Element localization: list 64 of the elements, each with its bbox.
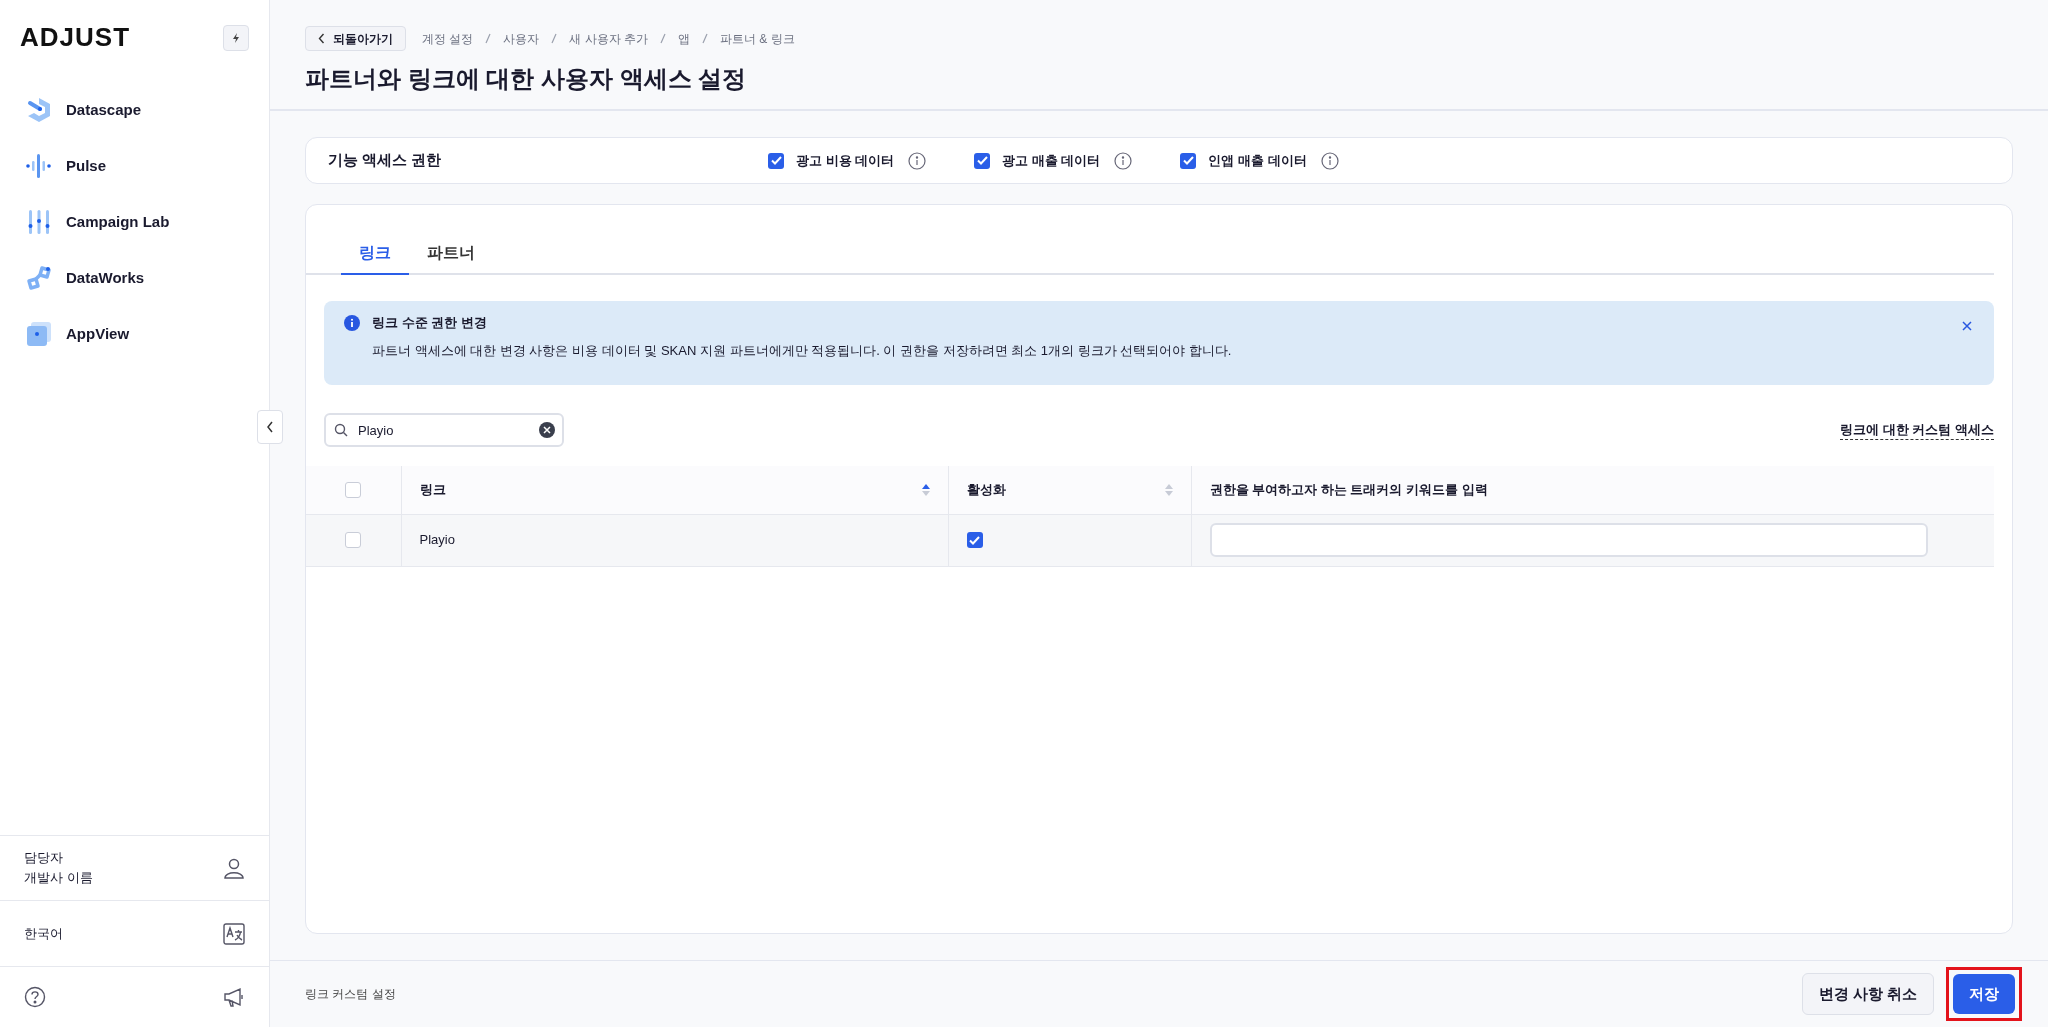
custom-access-link[interactable]: 링크에 대한 커스텀 액세스 bbox=[1840, 419, 1994, 441]
close-icon bbox=[1962, 321, 1972, 331]
row-checkbox[interactable] bbox=[345, 532, 362, 548]
breadcrumb-link[interactable]: 앱 bbox=[678, 29, 690, 48]
feature-access-label: 기능 액세스 권한 bbox=[328, 150, 443, 171]
user-name: 개발사 이름 bbox=[24, 869, 93, 887]
nav-item[interactable]: Datascape bbox=[26, 95, 243, 125]
close-button[interactable] bbox=[1960, 319, 1974, 333]
chevron-left-icon bbox=[266, 421, 274, 433]
info-icon[interactable] bbox=[908, 151, 927, 170]
tab[interactable]: 파트너 bbox=[417, 241, 485, 275]
breadcrumb-link[interactable]: 파트너 & 링크 bbox=[720, 29, 795, 48]
info-icon[interactable] bbox=[1114, 151, 1133, 170]
translate-icon[interactable] bbox=[223, 922, 245, 945]
slash-separator-icon bbox=[551, 33, 558, 44]
select-all-checkbox[interactable] bbox=[345, 481, 362, 498]
save-button[interactable]: 저장 bbox=[1953, 974, 2015, 1014]
notice-title: 링크 수준 권한 변경 bbox=[372, 314, 488, 332]
option-label: 광고 비용 데이터 bbox=[796, 151, 895, 170]
back-button[interactable]: 되돌아가기 bbox=[305, 26, 406, 51]
search-field[interactable]: Playio bbox=[324, 413, 564, 447]
cancel-button[interactable]: 변경 사항 취소 bbox=[1801, 973, 1934, 1015]
language-label: 한국어 bbox=[24, 924, 63, 943]
megaphone-icon[interactable] bbox=[223, 986, 245, 1008]
chevron-left-icon bbox=[318, 33, 325, 44]
flash-button[interactable] bbox=[223, 24, 249, 51]
search-icon bbox=[334, 423, 348, 437]
checkbox[interactable] bbox=[768, 152, 784, 169]
checkbox[interactable] bbox=[1180, 152, 1197, 169]
option-label: 인앱 매출 데이터 bbox=[1208, 151, 1307, 170]
nav-item[interactable]: AppView bbox=[26, 319, 243, 349]
sliders-icon bbox=[26, 209, 52, 235]
keyword-input[interactable] bbox=[1209, 523, 1928, 557]
user-icon[interactable] bbox=[223, 857, 245, 879]
info-icon[interactable] bbox=[1320, 151, 1339, 170]
column-header: 권한을 부여하고자 하는 트래커의 키워드를 입력 bbox=[1209, 481, 1488, 499]
table-cell: Playio bbox=[419, 532, 455, 548]
notice-text: 파트너 액세스에 대한 변경 사항은 비용 데이터 및 SKAN 지원 파트너에게만 적용됩니다. 이 권한을 저장하려면 최소 1개의 링크가 선택되어야 합니다. bbox=[372, 341, 1233, 360]
column-header: 활성화 bbox=[966, 481, 1006, 499]
breadcrumb-link[interactable]: 계정 설정 bbox=[422, 29, 474, 48]
squares-icon bbox=[26, 321, 52, 347]
active-checkbox[interactable] bbox=[966, 532, 983, 548]
tab[interactable]: 링크 bbox=[341, 241, 409, 275]
nav-item[interactable]: Campaign Lab bbox=[26, 207, 243, 237]
help-icon[interactable] bbox=[24, 986, 46, 1008]
checkbox[interactable] bbox=[974, 152, 991, 169]
page-title: 파트너와 링크에 대한 사용자 액세스 설정 bbox=[305, 64, 748, 94]
lightning-icon bbox=[230, 31, 242, 44]
column-header: 링크 bbox=[419, 481, 446, 499]
breadcrumb-link[interactable]: 새 사용자 추가 bbox=[569, 29, 648, 48]
nav-item[interactable]: Pulse bbox=[26, 151, 243, 181]
option-label: 광고 매출 데이터 bbox=[1002, 151, 1101, 170]
logo: ADJUST bbox=[20, 21, 130, 54]
nav-item[interactable]: DataWorks bbox=[26, 263, 243, 293]
slash-separator-icon bbox=[485, 33, 492, 44]
slash-separator-icon bbox=[702, 33, 708, 44]
breadcrumb-link[interactable]: 사용자 bbox=[503, 29, 540, 48]
waveform-icon bbox=[26, 153, 52, 179]
info-icon bbox=[344, 315, 360, 331]
slash-separator-icon bbox=[660, 33, 666, 44]
clear-icon[interactable] bbox=[539, 422, 555, 438]
sort-icon[interactable] bbox=[921, 483, 930, 496]
user-role: 담당자 bbox=[24, 849, 64, 867]
footer-label: 링크 커스텀 설정 bbox=[305, 986, 396, 1003]
